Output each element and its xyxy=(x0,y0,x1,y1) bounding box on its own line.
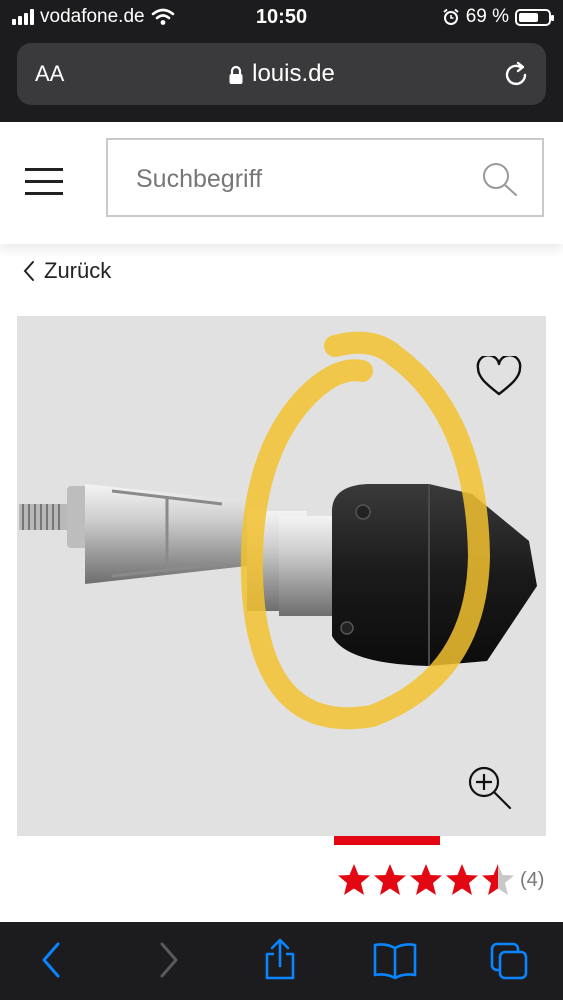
gallery-indicator xyxy=(334,836,440,845)
bookmarks-icon[interactable] xyxy=(372,942,418,980)
url-text: louis.de xyxy=(252,60,335,87)
search-box xyxy=(106,138,544,217)
browser-toolbar xyxy=(0,922,563,1000)
star-icon xyxy=(338,864,370,895)
forward-arrow-icon[interactable] xyxy=(154,940,182,980)
wishlist-heart-icon[interactable] xyxy=(476,356,522,398)
search-input[interactable] xyxy=(134,160,458,198)
url-field[interactable]: AA louis.de xyxy=(17,43,546,105)
url-display[interactable]: louis.de xyxy=(17,60,546,88)
back-label: Zurück xyxy=(44,258,112,283)
star-icon xyxy=(374,864,406,895)
battery-fill xyxy=(519,12,539,22)
zoom-in-icon[interactable] xyxy=(466,764,514,812)
battery-percent: 69 % xyxy=(465,6,509,27)
back-link[interactable]: Zurück xyxy=(22,258,111,284)
star-icon xyxy=(410,864,442,895)
rating-stars xyxy=(336,862,516,898)
share-icon[interactable] xyxy=(262,938,298,982)
status-right: 69 % xyxy=(442,6,554,28)
battery-icon xyxy=(515,8,554,26)
browser-address-bar: AA louis.de xyxy=(0,36,563,122)
star-icon xyxy=(446,864,478,895)
tabs-icon[interactable] xyxy=(490,942,530,982)
back-arrow-icon[interactable] xyxy=(38,940,66,980)
search-icon[interactable] xyxy=(480,160,520,200)
star-icon xyxy=(482,864,514,895)
lock-icon xyxy=(229,65,243,84)
site-header xyxy=(0,122,563,244)
hamburger-menu-icon[interactable] xyxy=(25,168,63,198)
bolt-thread xyxy=(19,504,69,530)
rating-count: (4) xyxy=(520,868,545,891)
reload-icon[interactable] xyxy=(502,61,530,89)
product-image[interactable] xyxy=(17,316,546,836)
product-photo xyxy=(19,331,537,730)
alarm-icon xyxy=(443,8,459,25)
chevron-left-icon xyxy=(23,261,34,281)
product-rating[interactable]: (4) xyxy=(336,862,544,898)
status-bar: vodafone.de 10:50 69 % xyxy=(0,0,563,36)
